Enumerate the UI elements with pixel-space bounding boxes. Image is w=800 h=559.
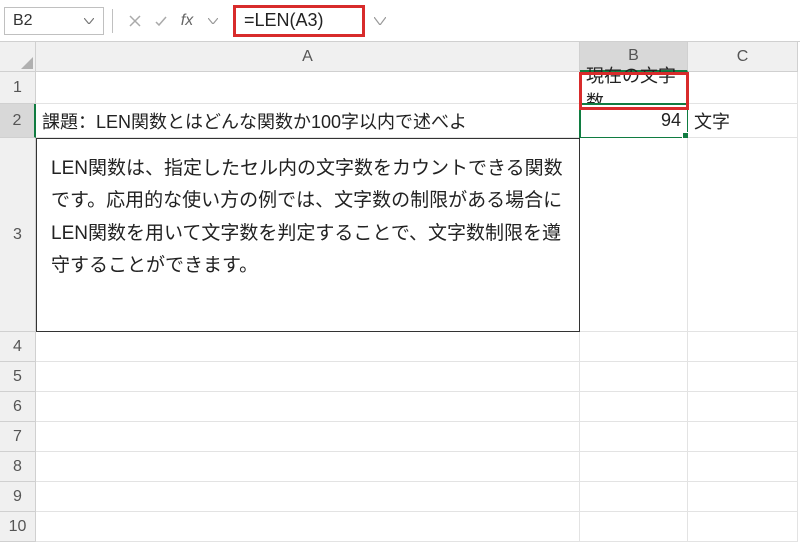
cell-a3[interactable]: LEN関数は、指定したセル内の文字数をカウントできる関数です。応用的な使い方の例… [36,138,580,332]
chevron-down-icon[interactable] [203,11,223,31]
separator [112,9,113,33]
cell-a9[interactable] [36,482,580,512]
cell-c5[interactable] [688,362,798,392]
row-header-4[interactable]: 4 [0,332,36,362]
col-header-c[interactable]: C [688,42,798,72]
cell-c2[interactable]: 文字 [688,104,798,138]
select-all-corner[interactable] [0,42,36,72]
formula-bar: B2 fx [0,0,800,42]
formula-input[interactable] [244,10,354,31]
row-header-5[interactable]: 5 [0,362,36,392]
cancel-icon[interactable] [125,11,145,31]
cell-b5[interactable] [580,362,688,392]
cell-c4[interactable] [688,332,798,362]
cell-a10[interactable] [36,512,580,542]
row-header-3[interactable]: 3 [0,138,36,332]
spreadsheet-grid: A B C 1 現在の文字数 2 課題：LEN関数とはどんな関数か100字以内で… [0,42,800,542]
cell-b1[interactable]: 現在の文字数 [580,72,688,104]
cell-b3[interactable] [580,138,688,332]
cell-a5[interactable] [36,362,580,392]
row-header-10[interactable]: 10 [0,512,36,542]
row-header-2[interactable]: 2 [0,104,36,138]
name-box[interactable]: B2 [4,7,104,35]
cell-c9[interactable] [688,482,798,512]
cell-c7[interactable] [688,422,798,452]
cell-c8[interactable] [688,452,798,482]
cell-c3[interactable] [688,138,798,332]
cell-b10[interactable] [580,512,688,542]
cell-b2[interactable]: 94 [580,104,688,138]
cell-b8[interactable] [580,452,688,482]
row-header-1[interactable]: 1 [0,72,36,104]
formula-highlight-box [233,5,365,37]
cell-c10[interactable] [688,512,798,542]
cell-b6[interactable] [580,392,688,422]
row-header-7[interactable]: 7 [0,422,36,452]
row-header-9[interactable]: 9 [0,482,36,512]
cell-a8[interactable] [36,452,580,482]
name-box-text: B2 [13,12,83,30]
cell-b9[interactable] [580,482,688,512]
enter-icon[interactable] [151,11,171,31]
col-header-a[interactable]: A [36,42,580,72]
cell-a2[interactable]: 課題：LEN関数とはどんな関数か100字以内で述べよ [36,104,580,138]
expand-icon[interactable] [371,12,389,30]
cell-a4[interactable] [36,332,580,362]
row-header-8[interactable]: 8 [0,452,36,482]
row-header-6[interactable]: 6 [0,392,36,422]
cell-a6[interactable] [36,392,580,422]
cell-b7[interactable] [580,422,688,452]
cell-c1[interactable] [688,72,798,104]
cell-c6[interactable] [688,392,798,422]
chevron-down-icon[interactable] [83,15,95,27]
formula-bar-controls: fx [125,11,223,31]
cell-b4[interactable] [580,332,688,362]
cell-a7[interactable] [36,422,580,452]
cell-a1[interactable] [36,72,580,104]
fx-icon[interactable]: fx [177,11,197,31]
